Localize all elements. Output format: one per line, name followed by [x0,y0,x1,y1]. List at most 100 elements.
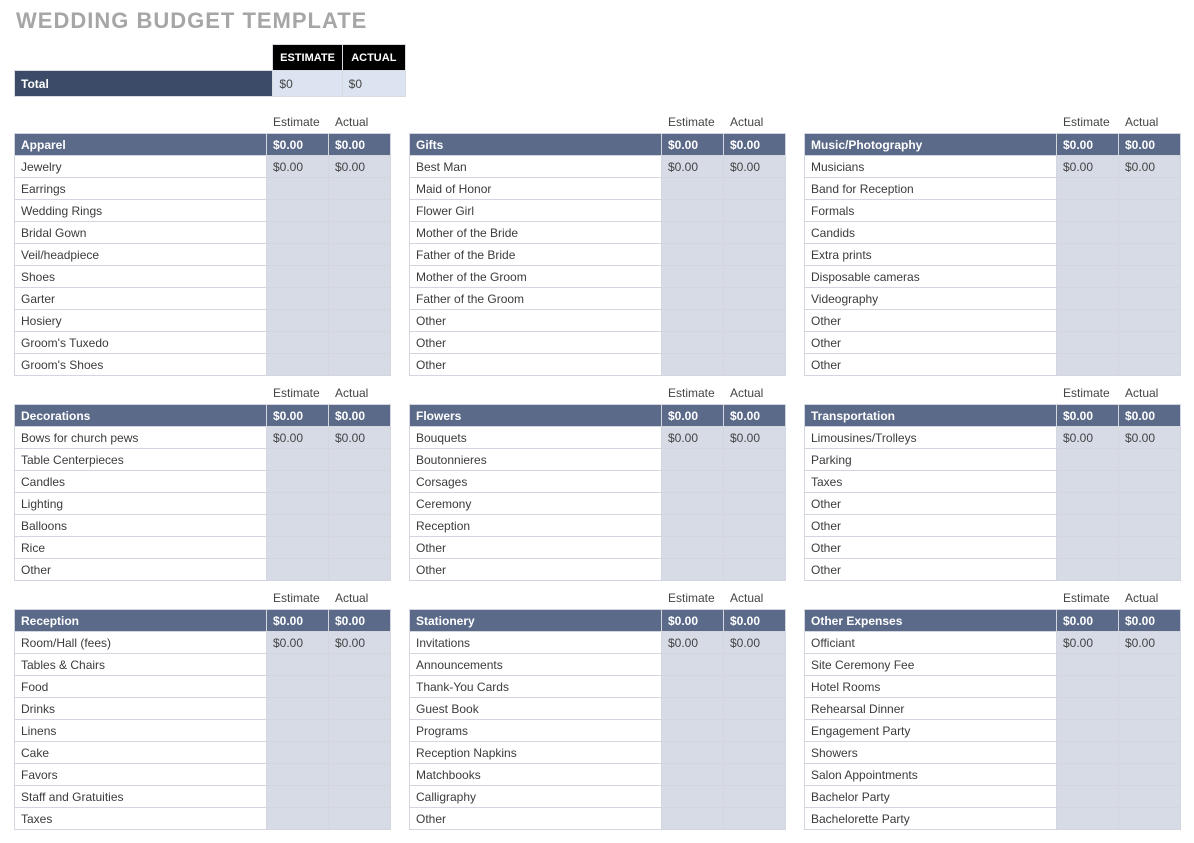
row-actual[interactable] [724,493,786,515]
row-estimate[interactable] [1057,559,1119,581]
row-actual[interactable] [724,288,786,310]
row-name[interactable]: Other [805,354,1057,376]
row-actual[interactable] [1119,537,1181,559]
row-actual[interactable] [724,449,786,471]
row-actual[interactable] [329,222,391,244]
row-name[interactable]: Other [805,332,1057,354]
row-name[interactable]: Parking [805,449,1057,471]
row-actual[interactable]: $0.00 [329,156,391,178]
row-name[interactable]: Other [805,310,1057,332]
row-actual[interactable] [724,310,786,332]
row-estimate[interactable] [267,786,329,808]
row-name[interactable]: Bachelor Party [805,786,1057,808]
row-actual[interactable] [1119,200,1181,222]
row-estimate[interactable] [267,764,329,786]
row-estimate[interactable] [267,720,329,742]
row-estimate[interactable] [662,698,724,720]
row-actual[interactable] [329,493,391,515]
row-actual[interactable]: $0.00 [1119,632,1181,654]
row-name[interactable]: Hotel Rooms [805,676,1057,698]
row-estimate[interactable] [662,786,724,808]
row-estimate[interactable] [1057,515,1119,537]
row-actual[interactable] [724,808,786,830]
row-estimate[interactable] [662,310,724,332]
row-name[interactable]: Father of the Groom [410,288,662,310]
row-name[interactable]: Tables & Chairs [15,654,267,676]
row-estimate[interactable] [662,654,724,676]
row-actual[interactable]: $0.00 [329,632,391,654]
row-name[interactable]: Candids [805,222,1057,244]
row-name[interactable]: Drinks [15,698,267,720]
row-actual[interactable] [1119,720,1181,742]
row-estimate[interactable] [662,288,724,310]
row-estimate[interactable] [662,222,724,244]
row-estimate[interactable] [1057,471,1119,493]
row-actual[interactable] [1119,471,1181,493]
row-estimate[interactable]: $0.00 [267,156,329,178]
row-name[interactable]: Favors [15,764,267,786]
row-estimate[interactable]: $0.00 [267,632,329,654]
row-estimate[interactable] [662,808,724,830]
row-actual[interactable] [1119,786,1181,808]
row-estimate[interactable]: $0.00 [1057,156,1119,178]
row-estimate[interactable] [662,537,724,559]
row-name[interactable]: Thank-You Cards [410,676,662,698]
row-name[interactable]: Taxes [15,808,267,830]
row-estimate[interactable]: $0.00 [662,427,724,449]
row-estimate[interactable] [267,471,329,493]
row-actual[interactable] [724,471,786,493]
row-actual[interactable] [724,786,786,808]
row-actual[interactable] [1119,676,1181,698]
row-estimate[interactable] [662,178,724,200]
row-estimate[interactable] [1057,266,1119,288]
row-estimate[interactable] [1057,808,1119,830]
row-estimate[interactable] [267,266,329,288]
row-name[interactable]: Limousines/Trolleys [805,427,1057,449]
row-actual[interactable]: $0.00 [1119,156,1181,178]
row-estimate[interactable] [662,720,724,742]
row-estimate[interactable] [662,354,724,376]
row-actual[interactable] [329,720,391,742]
row-estimate[interactable] [662,471,724,493]
row-actual[interactable] [329,310,391,332]
row-actual[interactable] [329,471,391,493]
row-actual[interactable] [329,764,391,786]
row-name[interactable]: Wedding Rings [15,200,267,222]
row-actual[interactable] [724,676,786,698]
row-name[interactable]: Other [805,515,1057,537]
row-actual[interactable] [724,698,786,720]
row-name[interactable]: Officiant [805,632,1057,654]
row-name[interactable]: Announcements [410,654,662,676]
row-actual[interactable]: $0.00 [724,632,786,654]
row-estimate[interactable] [267,288,329,310]
row-name[interactable]: Mother of the Groom [410,266,662,288]
row-actual[interactable] [1119,178,1181,200]
row-name[interactable]: Reception [410,515,662,537]
row-estimate[interactable] [1057,676,1119,698]
row-estimate[interactable] [267,310,329,332]
row-actual[interactable] [1119,288,1181,310]
row-actual[interactable] [1119,266,1181,288]
row-name[interactable]: Mother of the Bride [410,222,662,244]
row-name[interactable]: Videography [805,288,1057,310]
row-estimate[interactable] [662,493,724,515]
row-estimate[interactable] [267,654,329,676]
row-estimate[interactable]: $0.00 [1057,427,1119,449]
row-estimate[interactable] [267,178,329,200]
row-name[interactable]: Formals [805,200,1057,222]
row-estimate[interactable]: $0.00 [1057,632,1119,654]
row-actual[interactable] [724,244,786,266]
row-estimate[interactable] [267,698,329,720]
row-actual[interactable] [329,676,391,698]
row-name[interactable]: Taxes [805,471,1057,493]
row-actual[interactable] [329,698,391,720]
row-actual[interactable] [329,515,391,537]
row-name[interactable]: Groom's Shoes [15,354,267,376]
row-actual[interactable] [1119,493,1181,515]
row-name[interactable]: Extra prints [805,244,1057,266]
row-name[interactable]: Other [805,537,1057,559]
row-name[interactable]: Flower Girl [410,200,662,222]
row-name[interactable]: Other [410,332,662,354]
row-estimate[interactable] [267,676,329,698]
row-actual[interactable] [724,222,786,244]
